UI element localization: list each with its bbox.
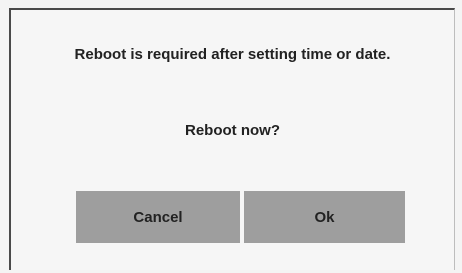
ok-button[interactable]: Ok: [244, 191, 405, 243]
cancel-button[interactable]: Cancel: [76, 191, 240, 243]
dialog-message: Reboot is required after setting time or…: [74, 46, 391, 63]
screen: Reboot is required after setting time or…: [0, 0, 462, 273]
reboot-dialog: Reboot is required after setting time or…: [9, 8, 455, 270]
dialog-question: Reboot now?: [185, 122, 280, 139]
